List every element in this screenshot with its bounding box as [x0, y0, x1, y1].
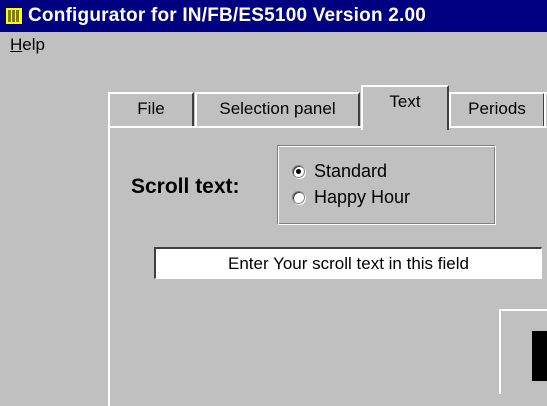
menu-help[interactable]: Help [10, 35, 45, 55]
tab-periods[interactable]: Periods [449, 92, 545, 126]
title-bar[interactable]: Configurator for IN/FB/ES5100 Version 2.… [0, 0, 547, 32]
scroll-text-label: Scroll text: [131, 175, 240, 198]
radio-standard[interactable]: Standard [292, 160, 387, 182]
tab-text[interactable]: Text [361, 85, 449, 130]
radio-happy-hour[interactable]: Happy Hour [292, 186, 410, 208]
radio-happy-hour-label: Happy Hour [314, 186, 411, 207]
radio-button-unchecked[interactable] [292, 190, 305, 204]
menu-bar: Help [0, 32, 547, 60]
partial-button-graphic [532, 331, 547, 381]
scroll-text-options: Standard Happy Hour [277, 145, 496, 225]
tab-file[interactable]: File [108, 92, 194, 126]
radio-standard-label: Standard [314, 160, 388, 181]
tab-selection-panel[interactable]: Selection panel [195, 92, 360, 126]
partial-button[interactable] [499, 309, 547, 394]
app-icon [6, 8, 22, 24]
scroll-text-input[interactable] [154, 247, 542, 279]
window-title: Configurator for IN/FB/ES5100 Version 2.… [28, 5, 427, 26]
radio-button-checked[interactable] [292, 164, 305, 178]
